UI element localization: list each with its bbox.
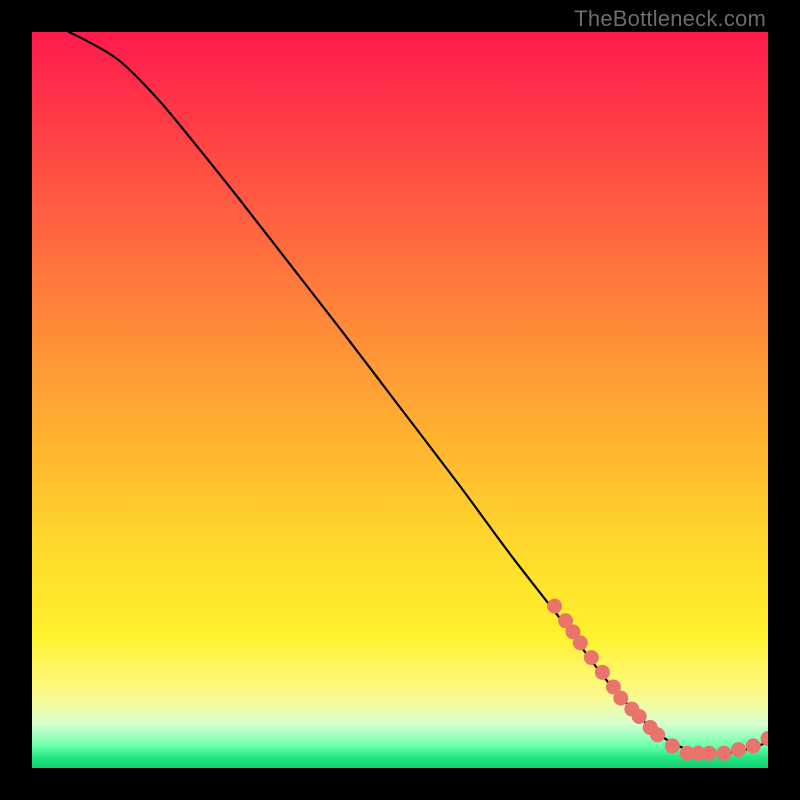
chart-svg [32,32,768,768]
marker-dot [650,727,665,742]
marker-dot [716,746,731,761]
watermark-text: TheBottleneck.com [574,6,766,32]
marker-dot [547,599,562,614]
marker-dot [746,738,761,753]
marker-dot [613,691,628,706]
marker-dot [731,742,746,757]
bottleneck-curve [69,32,768,754]
chart-frame: TheBottleneck.com [0,0,800,800]
marker-dot [632,709,647,724]
marker-dot [573,635,588,650]
marker-dot [702,746,717,761]
marker-dot [595,665,610,680]
plot-area [32,32,768,768]
highlighted-points [547,599,768,761]
marker-dot [665,738,680,753]
marker-dot [584,650,599,665]
